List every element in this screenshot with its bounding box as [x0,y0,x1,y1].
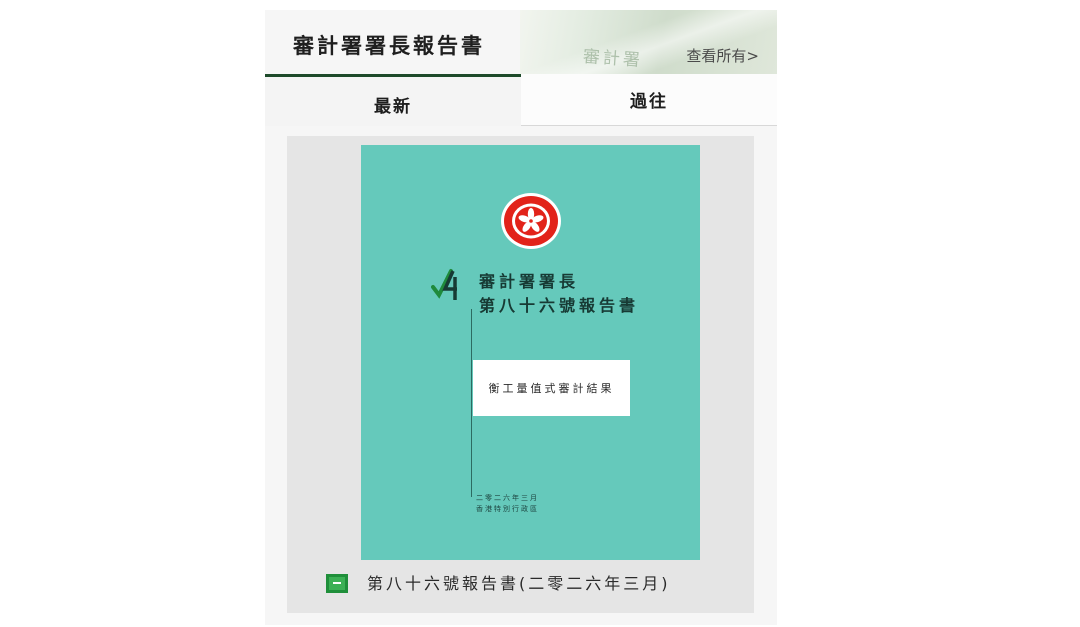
report-panel: 審計署署長 第八十六號報告書 衡工量值式審計結果 二零二六年三月 香港特別行政區… [287,136,754,613]
widget-header: 審計署 審計署署長報告書 查看所有> [265,10,777,74]
cover-subtitle-box: 衡工量值式審計結果 [473,360,630,416]
cover-divider-line [471,309,472,497]
tab-past[interactable]: 過往 [521,74,777,126]
cover-title-line-2: 第八十六號報告書 [479,296,640,315]
cover-region-text: 香港特別行政區 [476,505,539,513]
view-all-link[interactable]: 查看所有> [686,45,759,66]
tab-bar: 最新 過往 [265,74,777,126]
report-cover-image[interactable]: 審計署署長 第八十六號報告書 衡工量值式審計結果 二零二六年三月 香港特別行政區 [361,145,700,560]
header-background-text: 審計署 [582,46,644,72]
widget-title: 審計署署長報告書 [293,34,485,58]
hksar-emblem-icon [501,193,561,249]
cover-subtitle: 衡工量值式審計結果 [488,382,615,395]
cover-title-line-1: 審計署署長 [479,272,580,291]
audit-tick-logo-icon [431,269,457,300]
audit-report-widget: 審計署 審計署署長報告書 查看所有> 最新 過往 審計署署長 第八十六號報告書 … [265,10,777,625]
report-download-link[interactable]: 第八十六號報告書(二零二六年三月) [367,570,671,594]
pdf-icon[interactable] [326,574,348,593]
tab-latest[interactable]: 最新 [265,74,521,126]
cover-date-text: 二零二六年三月 [476,494,539,502]
